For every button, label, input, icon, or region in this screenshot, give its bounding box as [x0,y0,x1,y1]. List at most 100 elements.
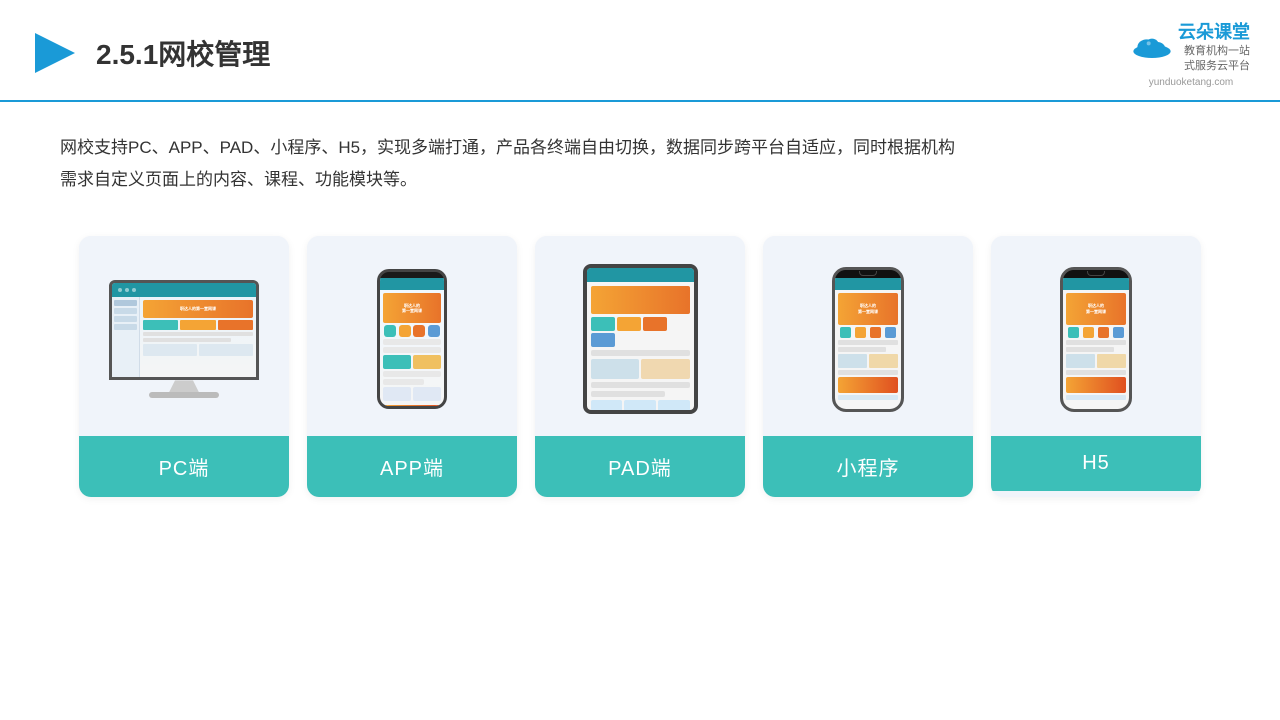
card-app-label: APP端 [307,436,517,497]
mini-row4 [838,395,898,400]
h5-row4 [1066,395,1126,400]
pad-grid [591,317,690,347]
card-app: 职达人的第一堂网课 [307,236,517,497]
card-pad: PAD端 [535,236,745,497]
h5-screen: 职达人的第一堂网课 [1063,278,1129,409]
pad-grid3 [643,317,667,331]
card-h5: 职达人的第一堂网课 [991,236,1201,497]
logo-area: 云朵课堂 教育机构一站式服务云平台 yunduoketang.com [1132,18,1250,88]
h5-promo [1066,377,1126,393]
miniprogram-phone-wrap: 职达人的第一堂网课 [832,267,904,412]
mini-banner: 职达人的第一堂网课 [838,293,898,325]
play-icon [30,28,80,78]
h5-icon4 [1113,327,1124,338]
h5-notch [1087,271,1105,276]
app-phone-screen: 职达人的第一堂网课 [380,278,444,406]
app-phone-icons [383,325,441,337]
mini-row2 [838,347,886,352]
app-card1 [383,355,411,369]
h5-icons [1066,327,1126,338]
mini-row3 [838,370,898,375]
app-icon1 [384,325,396,337]
logo-cloud: 云朵课堂 教育机构一站式服务云平台 [1132,18,1250,75]
h5-row2 [1066,347,1114,352]
pc-screen: 职达人的第一堂网课 [109,280,259,380]
mini-icons [838,327,898,338]
card-miniprogram-image: 职达人的第一堂网课 [763,236,973,436]
h5-content: 职达人的第一堂网课 [1063,290,1129,403]
card-h5-label: H5 [991,436,1201,491]
card-pc-label: PC端 [79,436,289,497]
h5-card1 [1066,354,1095,368]
cards-row: 职达人的第一堂网课 [60,236,1220,497]
pad-cards-row2 [591,400,690,410]
pad-tablet-screen [587,268,694,410]
app-card3 [383,387,411,401]
card-pc-image: 职达人的第一堂网课 [79,236,289,436]
pad-content [587,282,694,410]
h5-bar [1063,278,1129,290]
app-phone-content: 职达人的第一堂网课 [380,290,444,406]
mini-card1 [838,354,867,368]
h5-phone: 职达人的第一堂网课 [1060,267,1132,412]
pad-card5 [658,400,690,410]
app-icon4 [428,325,440,337]
app-phone-notch [400,272,424,278]
pc-mockup: 职达人的第一堂网课 [109,280,259,398]
pad-tablet-body [583,264,698,414]
pad-row3 [591,391,665,397]
app-icon2 [399,325,411,337]
card-app-image: 职达人的第一堂网课 [307,236,517,436]
app-phone-mockup: 职达人的第一堂网课 [377,269,447,409]
mini-notch-bar [835,270,901,278]
card-miniprogram-label: 小程序 [763,436,973,497]
pad-tablet-mockup [583,264,698,414]
mini-row1 [838,340,898,345]
h5-icon2 [1083,327,1094,338]
card-h5-image: 职达人的第一堂网课 [991,236,1201,436]
mini-card2 [869,354,898,368]
app-card-row2 [383,387,441,401]
h5-icon3 [1098,327,1109,338]
h5-row1 [1066,340,1126,345]
app-card4 [413,387,441,401]
mini-icon2 [855,327,866,338]
mini-content: 职达人的第一堂网课 [835,290,901,403]
card-pad-image [535,236,745,436]
app-card2 [413,355,441,369]
pad-cards-row [591,359,690,379]
description-text: 网校支持PC、APP、PAD、小程序、H5，实现多端打通，产品各终端自由切换，数… [60,132,1220,197]
mini-screen: 职达人的第一堂网课 [835,278,901,409]
app-phone-banner: 职达人的第一堂网课 [383,293,441,323]
app-promo-banner: 限时优惠 [383,405,441,406]
app-list2 [383,347,441,353]
pad-card4 [624,400,656,410]
app-screen-bar [380,278,444,290]
pad-grid2 [617,317,641,331]
h5-notch-bar [1063,270,1129,278]
pad-card2 [641,359,690,379]
mini-notch [859,271,877,276]
logo-slogan: 教育机构一站式服务云平台 [1178,44,1250,75]
mini-promo [838,377,898,393]
app-icon3 [413,325,425,337]
cloud-icon [1132,32,1172,60]
pad-screen-bar [587,268,694,282]
pad-card1 [591,359,640,379]
mini-icon3 [870,327,881,338]
h5-cards [1066,354,1126,368]
mini-cards [838,354,898,368]
pad-row1 [591,350,690,356]
logo-text-group: 云朵课堂 教育机构一站式服务云平台 [1178,18,1250,75]
h5-banner: 职达人的第一堂网课 [1066,293,1126,325]
pad-card3 [591,400,623,410]
app-banner-text: 职达人的第一堂网课 [402,303,422,313]
pad-grid1 [591,317,615,331]
main-content: 网校支持PC、APP、PAD、小程序、H5，实现多端打通，产品各终端自由切换，数… [0,102,1280,528]
pad-banner [591,286,690,314]
pad-grid4 [591,333,615,347]
mini-icon4 [885,327,896,338]
pad-row2 [591,382,690,388]
app-card-row [383,355,441,369]
miniprogram-phone: 职达人的第一堂网课 [832,267,904,412]
